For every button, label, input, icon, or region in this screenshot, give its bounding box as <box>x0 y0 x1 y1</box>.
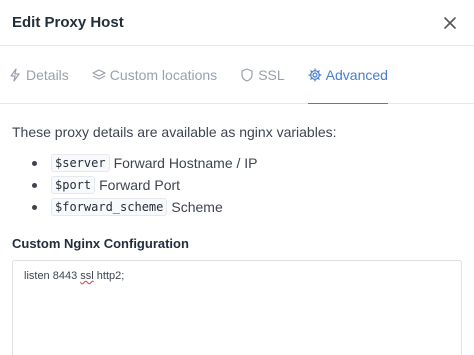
advanced-panel: These proxy details are available as ngi… <box>0 104 474 355</box>
config-text-spellcheck: ssl <box>80 270 94 282</box>
custom-nginx-config-textarea[interactable]: listen 8443 ssl http2; <box>12 260 462 355</box>
bolt-icon <box>10 67 20 82</box>
tab-custom-locations[interactable]: Custom locations <box>92 46 217 103</box>
edit-proxy-host-modal: Edit Proxy Host Details Custom locations <box>0 0 474 355</box>
close-icon <box>444 16 456 29</box>
tab-custom-locations-label: Custom locations <box>109 66 218 83</box>
tab-details-label: Details <box>26 66 69 83</box>
variable-description: Forward Hostname / IP <box>113 155 258 171</box>
modal-title: Edit Proxy Host <box>12 14 124 31</box>
list-item: $server Forward Hostname / IP <box>32 152 462 174</box>
bullet <box>32 204 37 210</box>
tab-ssl[interactable]: SSL <box>240 46 285 103</box>
bullet <box>32 182 37 188</box>
tab-ssl-label: SSL <box>258 66 285 83</box>
tab-advanced[interactable]: Advanced <box>307 46 389 104</box>
variable-code: $forward_scheme <box>51 198 168 216</box>
modal-header: Edit Proxy Host <box>0 0 474 46</box>
variable-code: $server <box>51 154 110 172</box>
tab-details[interactable]: Details <box>8 46 69 103</box>
custom-nginx-config-label: Custom Nginx Configuration <box>12 236 189 251</box>
config-text-part: listen 8443 <box>24 270 81 282</box>
bullet <box>32 160 37 166</box>
variables-list: $server Forward Hostname / IP $port Forw… <box>32 152 462 218</box>
tab-advanced-label: Advanced <box>325 66 388 83</box>
variable-description: Forward Port <box>99 177 181 193</box>
close-button[interactable] <box>440 13 460 33</box>
variables-intro: These proxy details are available as ngi… <box>12 124 337 140</box>
tab-bar: Details Custom locations SSL Advanced <box>0 46 474 104</box>
config-text-part: http2; <box>93 270 125 282</box>
list-item: $port Forward Port <box>32 174 462 196</box>
shield-icon <box>241 67 253 82</box>
variable-code: $port <box>51 176 96 194</box>
layers-icon <box>92 68 106 80</box>
variable-description: Scheme <box>171 199 223 215</box>
gear-icon <box>308 67 322 82</box>
list-item: $forward_scheme Scheme <box>32 196 462 218</box>
